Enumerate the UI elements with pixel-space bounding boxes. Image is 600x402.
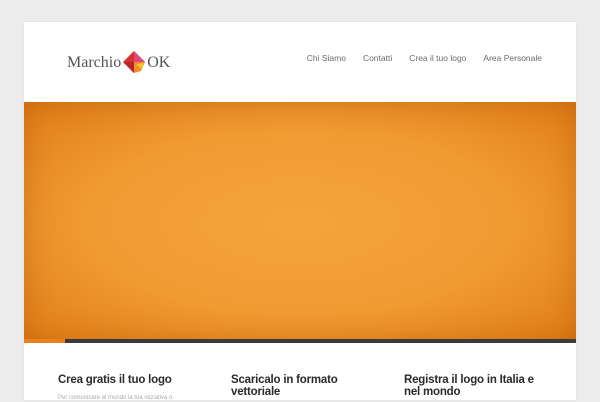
feature-registra-logo: Registra il logo in Italia e nel mondo	[404, 374, 546, 398]
feature-title: Registra il logo in Italia e nel mondo	[404, 374, 534, 398]
nav-item-chi-siamo[interactable]: Chi Siamo	[307, 53, 346, 63]
site-header: Marchio OK Chi Siamo Contatti Crea il tu…	[24, 22, 576, 102]
slider-progress-bar	[24, 339, 576, 343]
site-logo[interactable]: Marchio OK	[67, 48, 170, 78]
nav-item-contatti[interactable]: Contatti	[363, 53, 392, 63]
nav-item-crea-logo[interactable]: Crea il tuo logo	[409, 53, 466, 63]
page-container: Marchio OK Chi Siamo Contatti Crea il tu…	[24, 22, 576, 402]
feature-title: Scaricalo in formato vettoriale	[231, 374, 338, 398]
feature-crea-logo: Crea gratis il tuo logo Per comunicare a…	[58, 374, 200, 402]
feature-text: Per comunicare al mondo la tua iniziativ…	[58, 395, 173, 401]
nav-item-area-personale[interactable]: Area Personale	[483, 53, 542, 63]
logo-word-right: OK	[147, 54, 171, 71]
main-nav: Chi Siamo Contatti Crea il tuo logo Area…	[307, 53, 542, 63]
folded-diamond-icon	[123, 51, 146, 73]
feature-scarica-vettoriale: Scaricalo in formato vettoriale	[231, 374, 373, 398]
feature-title: Crea gratis il tuo logo	[58, 374, 172, 386]
slider-progress-fill	[24, 339, 66, 343]
hero-slider[interactable]	[24, 102, 576, 342]
logo-word-left: Marchio	[67, 54, 122, 71]
